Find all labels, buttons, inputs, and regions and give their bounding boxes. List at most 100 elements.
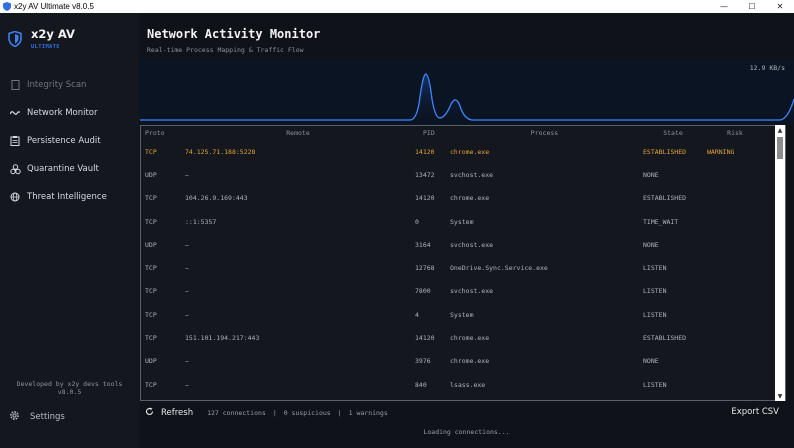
- cell-pid: 12768: [415, 264, 435, 273]
- bottom-bar: Refresh 127 connections | 0 suspicious |…: [139, 403, 794, 423]
- cell-remote: 74.125.71.188:5228: [185, 147, 256, 156]
- cell-process: lsass.exe: [450, 380, 486, 389]
- table-row[interactable]: TCP 104.26.9.169:443 14120 chrome.exe ESTABL…: [141, 187, 785, 210]
- close-button[interactable]: ✕: [766, 0, 794, 13]
- cell-pid: 13472: [415, 170, 435, 179]
- column-header-risk[interactable]: Risk: [703, 129, 763, 137]
- table-row[interactable]: UDP — 13472 svchost.exe NONE: [141, 163, 785, 186]
- cell-remote: —: [185, 310, 189, 319]
- warning-count: 1 warnings: [348, 409, 388, 417]
- cell-pid: 0: [415, 217, 419, 226]
- cell-process: svchost.exe: [450, 240, 494, 249]
- cell-remote: 104.26.9.169:443: [185, 194, 248, 203]
- sidebar-item-integrity-scan[interactable]: Integrity Scan: [0, 71, 139, 99]
- cell-proto: UDP: [145, 357, 157, 366]
- traffic-line: [140, 73, 794, 121]
- cell-remote: —: [185, 240, 189, 249]
- settings-button[interactable]: Settings: [9, 410, 65, 424]
- cell-remote: —: [185, 287, 189, 296]
- scrollbar-thumb[interactable]: [777, 137, 783, 159]
- connection-count: 127 connections: [207, 409, 266, 417]
- version-label: v8.0.5: [57, 388, 82, 396]
- sidebar: x2y AV ULTIMATE Integrity Scan Network M…: [0, 13, 139, 448]
- cell-process: OneDrive.Sync.Service.exe: [450, 264, 548, 273]
- clipboard-icon: [9, 135, 21, 147]
- sidebar-item-persistence-audit[interactable]: Persistence Audit: [0, 127, 139, 155]
- cell-proto: TCP: [145, 264, 157, 273]
- refresh-icon: [145, 407, 154, 419]
- file-icon: [9, 79, 21, 91]
- table-scrollbar[interactable]: ▲ ▼: [775, 125, 785, 401]
- sidebar-item-label: Threat Intelligence: [27, 192, 107, 202]
- main-panel: Network Activity Monitor Real-time Proce…: [139, 13, 794, 448]
- table-body: TCP 74.125.71.188:5228 14120 chrome.exe ESTA…: [141, 140, 785, 396]
- window-titlebar: x2y AV Ultimate v8.0.5 — ☐ ✕: [0, 0, 794, 13]
- cell-proto: UDP: [145, 170, 157, 179]
- export-csv-button[interactable]: Export CSV: [731, 407, 779, 417]
- cell-process: chrome.exe: [450, 334, 490, 343]
- column-header-pid[interactable]: PID: [411, 129, 446, 137]
- table-row[interactable]: UDP — 3976 chrome.exe NONE: [141, 350, 785, 373]
- stats-separator: |: [337, 409, 342, 417]
- cell-state: LISTEN: [643, 310, 667, 319]
- cell-state: LISTEN: [643, 264, 667, 273]
- sidebar-item-network-monitor[interactable]: Network Monitor: [0, 99, 139, 127]
- page-subtitle: Real-time Process Mapping & Traffic Flow: [147, 46, 304, 54]
- cell-proto: TCP: [145, 380, 157, 389]
- sidebar-item-label: Integrity Scan: [27, 80, 87, 90]
- cell-proto: TCP: [145, 194, 157, 203]
- app-shield-icon: [2, 2, 11, 11]
- cell-proto: TCP: [145, 334, 157, 343]
- edition-badge: ULTIMATE: [31, 44, 60, 50]
- table-row[interactable]: TCP — 7800 svchost.exe LISTEN: [141, 280, 785, 303]
- column-header-process[interactable]: Process: [446, 129, 639, 137]
- cell-risk: WARNING: [707, 147, 735, 156]
- table-row[interactable]: TCP — 12768 OneDrive.Sync.Service.exe LISTEN: [141, 256, 785, 279]
- table-row[interactable]: TCP — 840 lsass.exe LISTEN: [141, 373, 785, 396]
- shield-icon: [8, 31, 22, 47]
- cell-remote: —: [185, 170, 189, 179]
- scroll-down-arrow-icon[interactable]: ▼: [775, 391, 785, 401]
- column-header-remote[interactable]: Remote: [181, 129, 411, 137]
- column-header-proto[interactable]: Proto: [141, 129, 181, 137]
- cell-state: NONE: [643, 357, 659, 366]
- cell-pid: 14120: [415, 194, 435, 203]
- table-row[interactable]: TCP::1:5357 0 System TIME_WAIT: [141, 210, 785, 233]
- column-header-state[interactable]: State: [639, 129, 703, 137]
- cell-pid: 14120: [415, 334, 435, 343]
- cell-state: LISTEN: [643, 287, 667, 296]
- app-name: x2y AV: [31, 27, 75, 41]
- stats-separator: |: [272, 409, 277, 417]
- traffic-graph: 12.9 KB/s: [140, 59, 794, 125]
- cell-pid: 3976: [415, 357, 431, 366]
- status-text: Loading connections...: [423, 428, 510, 436]
- table-row[interactable]: TCP — 4 System LISTEN: [141, 303, 785, 326]
- cell-process: System: [450, 217, 474, 226]
- table-row[interactable]: UDP — 3164 svchost.exe NONE: [141, 233, 785, 256]
- transfer-rate: 12.9 KB/s: [749, 64, 785, 72]
- table-row[interactable]: TCP 74.125.71.188:5228 14120 chrome.exe ESTA…: [141, 140, 785, 163]
- refresh-button[interactable]: Refresh: [145, 407, 193, 419]
- cell-state: NONE: [643, 240, 659, 249]
- connection-stats: 127 connections | 0 suspicious | 1 warni…: [207, 409, 395, 417]
- sidebar-item-threat-intelligence[interactable]: Threat Intelligence: [0, 183, 139, 211]
- table-row[interactable]: TCP 151.101.194.217:443 14120 chrome.exe EST…: [141, 326, 785, 349]
- refresh-label: Refresh: [161, 408, 194, 418]
- maximize-button[interactable]: ☐: [738, 0, 766, 13]
- cell-remote: —: [185, 380, 189, 389]
- cell-pid: 840: [415, 380, 427, 389]
- biohazard-icon: [9, 163, 21, 175]
- cell-state: ESTABLISHED: [643, 147, 687, 156]
- sidebar-item-label: Quarantine Vault: [27, 164, 99, 174]
- cell-remote: ::1:5357: [185, 217, 217, 226]
- sidebar-item-quarantine-vault[interactable]: Quarantine Vault: [0, 155, 139, 183]
- pulse-icon: [9, 107, 21, 119]
- cell-pid: 3164: [415, 240, 431, 249]
- cell-pid: 14120: [415, 147, 435, 156]
- sidebar-nav: Integrity Scan Network Monitor Persisten…: [0, 71, 139, 211]
- minimize-button[interactable]: —: [710, 0, 738, 13]
- sidebar-item-label: Network Monitor: [27, 108, 98, 118]
- cell-state: LISTEN: [643, 380, 667, 389]
- cell-pid: 7800: [415, 287, 431, 296]
- scroll-up-arrow-icon[interactable]: ▲: [775, 125, 785, 135]
